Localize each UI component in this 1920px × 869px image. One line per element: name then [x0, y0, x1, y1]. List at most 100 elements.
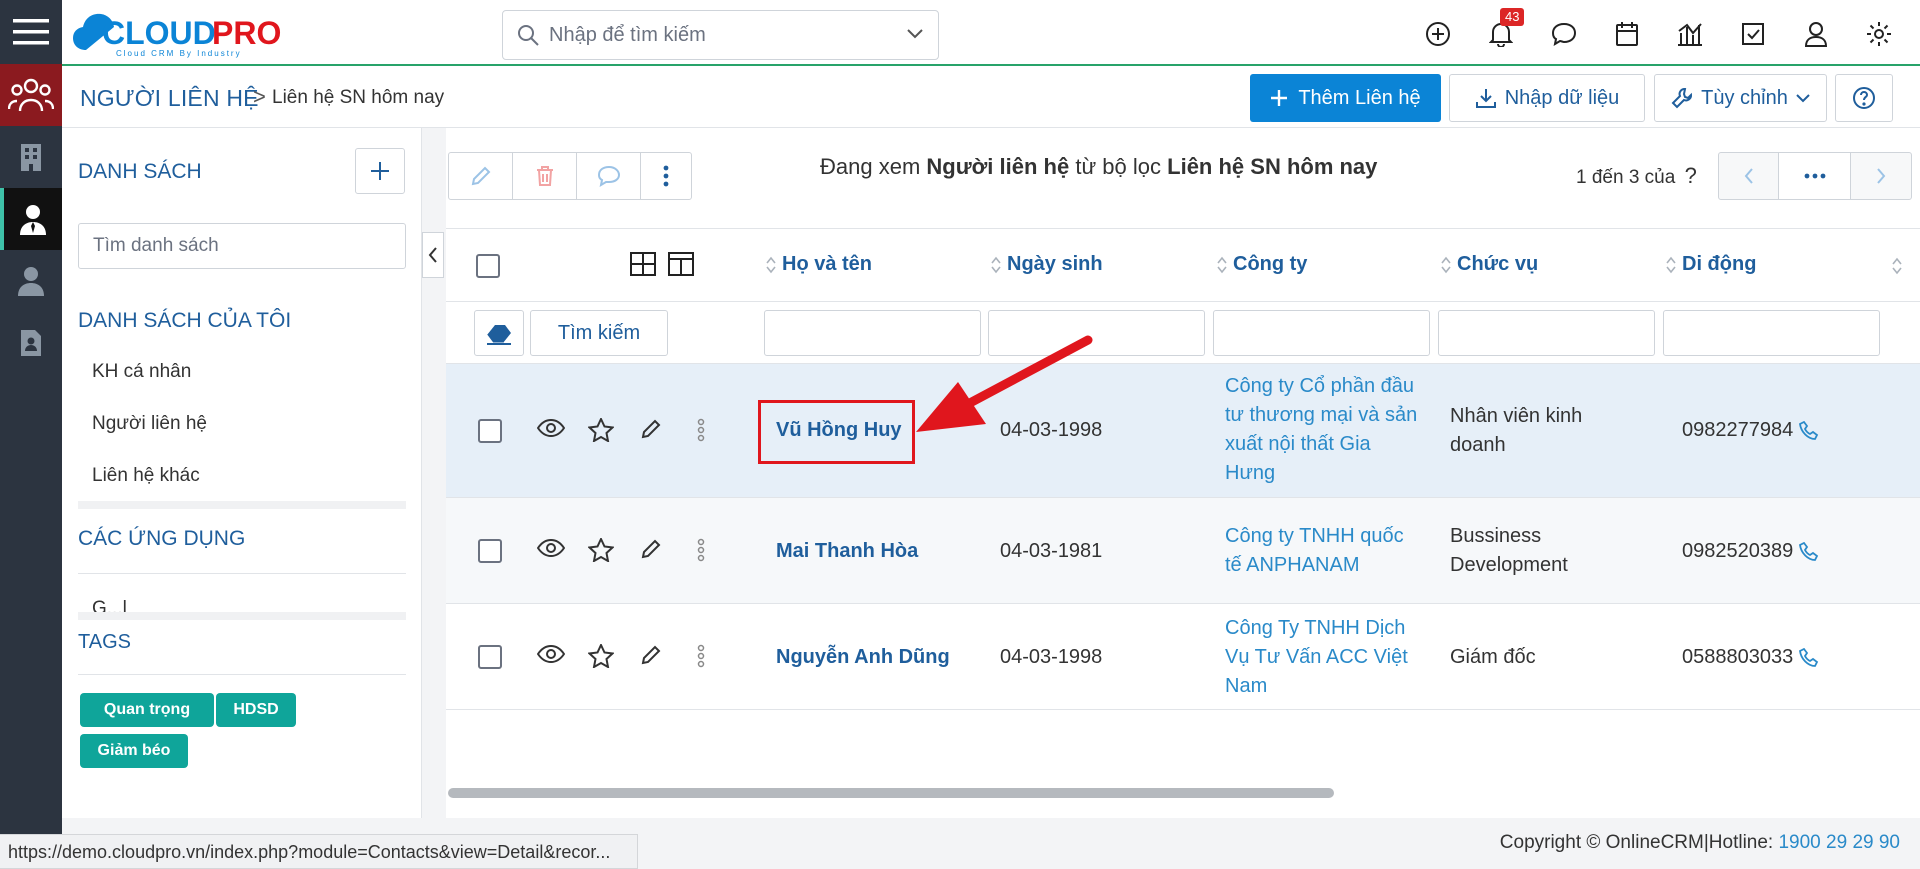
edit-button[interactable] — [626, 538, 676, 562]
contacts-module-button[interactable] — [0, 64, 62, 126]
global-search[interactable] — [502, 10, 939, 60]
eraser-icon — [486, 325, 511, 345]
view-button[interactable] — [526, 644, 576, 668]
row-actions — [526, 418, 726, 442]
column-title[interactable]: Chức vụ — [1441, 253, 1538, 276]
contact-company-link[interactable]: Công Ty TNHH Dịch Vụ Tư Vấn ACC Việt Nam — [1225, 614, 1420, 701]
documents-module-button[interactable] — [0, 312, 62, 374]
reports-button[interactable] — [1658, 14, 1721, 54]
user-profile-button[interactable] — [1784, 14, 1847, 54]
row-more-button[interactable] — [676, 418, 726, 442]
page-jump-button[interactable] — [1779, 153, 1851, 199]
tag-item[interactable]: Quan trọng — [80, 693, 214, 727]
star-button[interactable] — [576, 418, 626, 442]
add-list-button[interactable] — [355, 148, 405, 194]
collapse-sidebar-button[interactable] — [422, 232, 444, 278]
row-checkbox[interactable] — [478, 539, 502, 563]
edit-button[interactable] — [626, 418, 676, 442]
organizations-module-button[interactable] — [0, 126, 62, 188]
chevron-right-icon — [1877, 168, 1886, 184]
column-mobile[interactable]: Di động — [1666, 253, 1756, 276]
list-search-input[interactable] — [78, 223, 406, 269]
phone-icon[interactable] — [1799, 420, 1819, 441]
column-dob[interactable]: Ngày sinh — [991, 253, 1103, 276]
horizontal-scrollbar[interactable] — [448, 788, 1334, 798]
pagination-total-unknown[interactable]: ? — [1685, 163, 1697, 188]
list-item[interactable]: Người liên hệ — [92, 413, 207, 435]
cloudpro-logo[interactable]: CLOUD PRO Cloud CRM By Industry — [72, 6, 302, 58]
clear-filters-button[interactable] — [474, 310, 524, 356]
list-item[interactable]: KH cá nhân — [92, 361, 191, 383]
filter-company-input[interactable] — [1213, 310, 1430, 356]
column-company[interactable]: Công ty — [1217, 253, 1307, 276]
leads-module-button[interactable] — [0, 250, 62, 312]
add-contact-button[interactable]: Thêm Liên hệ — [1250, 74, 1441, 122]
grid-view-icon[interactable] — [629, 251, 657, 277]
breadcrumb-module[interactable]: NGƯỜI LIÊN HỆ — [80, 85, 259, 112]
quick-create-button[interactable] — [1406, 14, 1469, 54]
star-button[interactable] — [576, 538, 626, 562]
contact-name-link[interactable]: Nguyễn Anh Dũng — [776, 643, 950, 672]
chevron-down-icon[interactable] — [906, 27, 924, 41]
pencil-icon — [641, 539, 661, 559]
phone-icon[interactable] — [1799, 647, 1819, 668]
pagination — [1718, 152, 1912, 200]
edit-button[interactable] — [626, 644, 676, 668]
table-row[interactable]: Mai Thanh Hòa 04-03-1981 Công ty TNHH qu… — [446, 498, 1920, 604]
tag-item[interactable]: Giảm béo — [80, 734, 188, 768]
filter-search-button[interactable]: Tìm kiếm — [530, 310, 668, 356]
row-more-button[interactable] — [676, 644, 726, 668]
filter-title-input[interactable] — [1438, 310, 1655, 356]
sort-icon[interactable] — [1892, 257, 1902, 275]
star-button[interactable] — [576, 644, 626, 668]
row-more-button[interactable] — [676, 538, 726, 562]
eye-icon — [537, 418, 565, 438]
phone-icon[interactable] — [1799, 541, 1819, 562]
chat-button[interactable] — [1532, 14, 1595, 54]
column-title-label: Chức vụ — [1457, 253, 1539, 275]
more-actions-button[interactable] — [641, 153, 691, 199]
mass-delete-button[interactable] — [513, 153, 577, 199]
import-data-button[interactable]: Nhập dữ liệu — [1449, 74, 1645, 122]
column-name[interactable]: Họ và tên — [766, 253, 872, 276]
contacts-list-button[interactable] — [0, 188, 62, 250]
table-row[interactable]: Nguyễn Anh Dũng 04-03-1998 Công Ty TNHH … — [446, 604, 1920, 710]
chevron-left-icon — [1744, 168, 1753, 184]
column-view-icon[interactable] — [667, 251, 695, 277]
sort-icon — [766, 256, 776, 273]
view-button[interactable] — [526, 538, 576, 562]
contact-name-link[interactable]: Mai Thanh Hòa — [776, 537, 918, 566]
main-content: Đang xem Người liên hệ từ bộ lọc Liên hệ… — [446, 128, 1920, 818]
mass-edit-button[interactable] — [449, 153, 513, 199]
row-checkbox[interactable] — [478, 645, 502, 669]
notifications-button[interactable]: 43 — [1469, 8, 1532, 54]
viewing-summary: Đang xem Người liên hệ từ bộ lọc Liên hệ… — [820, 154, 1377, 180]
contact-company-link[interactable]: Công ty TNHH quốc tế ANPHANAM — [1225, 522, 1420, 580]
list-item[interactable]: Liên hệ khác — [92, 465, 200, 487]
view-button[interactable] — [526, 418, 576, 442]
next-page-button[interactable] — [1851, 153, 1911, 199]
table-row[interactable]: Vũ Hồng Huy 04-03-1998 Công ty Cổ phần đ… — [446, 364, 1920, 498]
filter-mobile-input[interactable] — [1663, 310, 1880, 356]
chart-icon — [1677, 23, 1702, 46]
customize-button[interactable]: Tùy chỉnh — [1654, 74, 1827, 122]
select-all-checkbox[interactable] — [476, 254, 500, 278]
contact-mobile: 0982520389 — [1682, 537, 1819, 566]
global-search-input[interactable] — [549, 23, 879, 47]
plus-icon — [1271, 90, 1288, 106]
prev-page-button[interactable] — [1719, 153, 1779, 199]
settings-button[interactable] — [1847, 14, 1910, 54]
tag-item[interactable]: HDSD — [216, 693, 296, 727]
row-checkbox[interactable] — [478, 419, 502, 443]
mass-comment-button[interactable] — [577, 153, 641, 199]
column-company-label: Công ty — [1233, 253, 1308, 275]
tasks-button[interactable] — [1721, 14, 1784, 54]
viewing-filter: Liên hệ SN hôm nay — [1167, 154, 1378, 179]
divider — [78, 573, 406, 574]
menu-button[interactable] — [0, 0, 62, 64]
calendar-button[interactable] — [1595, 14, 1658, 54]
help-button[interactable] — [1835, 74, 1893, 122]
contact-company-link[interactable]: Công ty Cổ phần đầu tư thương mại và sản… — [1225, 372, 1420, 488]
trash-icon — [536, 166, 553, 186]
hotline-link[interactable]: 1900 29 29 90 — [1778, 832, 1900, 853]
